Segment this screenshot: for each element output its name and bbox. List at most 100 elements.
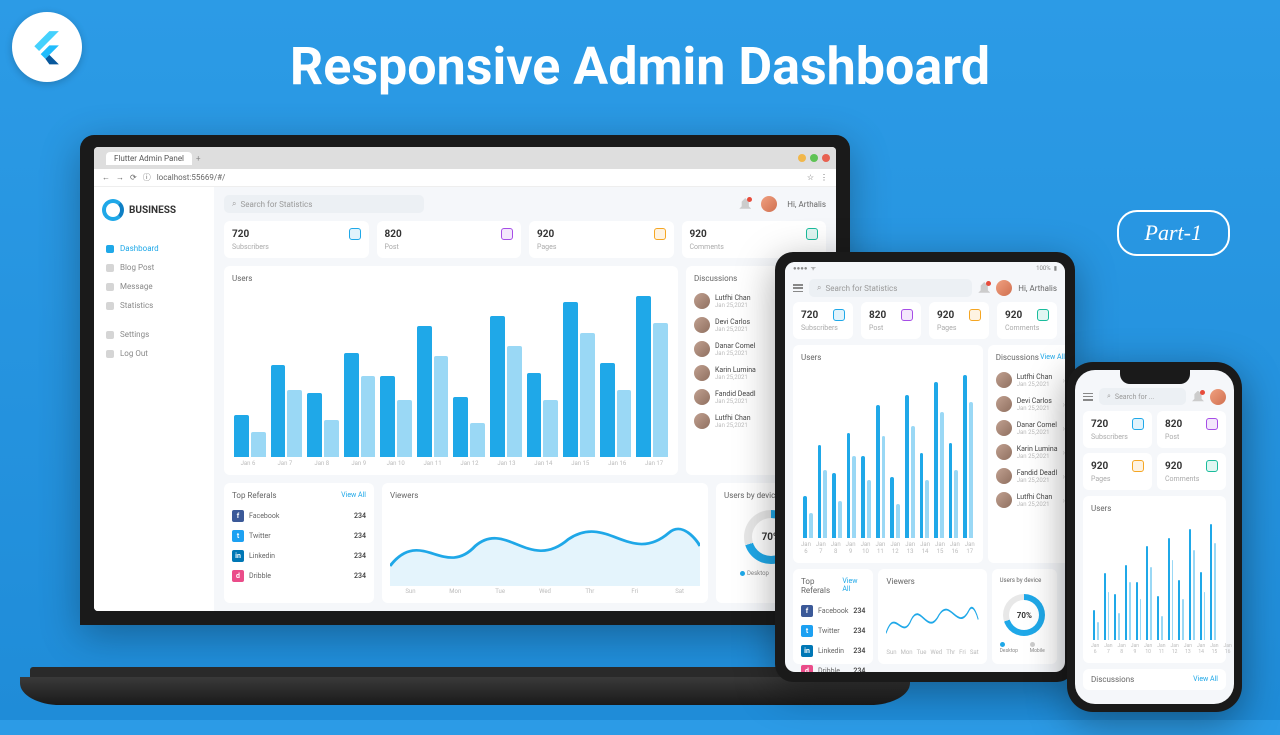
discussion-item[interactable]: Lutfhi ChanJan 25,2021› bbox=[996, 488, 1065, 512]
bar-group[interactable] bbox=[307, 289, 339, 457]
stat-card-post[interactable]: 820Post bbox=[377, 221, 522, 258]
window-min-icon[interactable] bbox=[798, 154, 806, 162]
referral-item-twitter[interactable]: tTwitter234 bbox=[232, 526, 366, 546]
bar-group[interactable] bbox=[963, 368, 973, 538]
avatar[interactable] bbox=[1210, 389, 1226, 405]
stat-card-pages[interactable]: 920Pages bbox=[929, 302, 989, 339]
bar-group[interactable] bbox=[949, 368, 959, 538]
referral-item-linkedin[interactable]: inLinkedin234 bbox=[232, 546, 366, 566]
referral-item-facebook[interactable]: fFacebook234 bbox=[232, 506, 366, 526]
menu-icon[interactable] bbox=[1083, 393, 1093, 401]
bar-group[interactable] bbox=[563, 289, 595, 457]
back-icon[interactable]: ← bbox=[102, 173, 110, 182]
avatar[interactable] bbox=[996, 280, 1012, 296]
bar-group[interactable] bbox=[1210, 519, 1216, 640]
nav-icon bbox=[106, 331, 114, 339]
stat-icon bbox=[349, 228, 361, 240]
bar-group[interactable] bbox=[832, 368, 842, 538]
app-logo[interactable]: BUSINESS bbox=[102, 199, 206, 221]
bar-group[interactable] bbox=[527, 289, 559, 457]
browser-tab[interactable]: Flutter Admin Panel bbox=[106, 152, 192, 165]
discussion-item[interactable]: Danar ComelJan 25,2021› bbox=[996, 416, 1065, 440]
bell-icon[interactable] bbox=[978, 282, 990, 294]
stat-card-subscribers[interactable]: 720Subscribers bbox=[793, 302, 853, 339]
search-input[interactable]: ⌕Search for Statistics bbox=[809, 279, 972, 297]
bar-group[interactable] bbox=[1125, 519, 1131, 640]
bar-group[interactable] bbox=[1146, 519, 1152, 640]
bar-group[interactable] bbox=[344, 289, 376, 457]
referral-item-linkedin[interactable]: inLinkedin234 bbox=[801, 641, 865, 661]
status-bar: ●●●●ᯤ100%▮ bbox=[785, 262, 1065, 274]
reload-icon[interactable]: ⟳ bbox=[130, 173, 137, 182]
bar-group[interactable] bbox=[1178, 519, 1184, 640]
stat-card-post[interactable]: 820Post bbox=[1157, 411, 1226, 448]
stat-card-subscribers[interactable]: 720Subscribers bbox=[224, 221, 369, 258]
sidebar-item-statistics[interactable]: Statistics bbox=[102, 296, 206, 315]
search-input[interactable]: ⌕Search for ... bbox=[1099, 388, 1186, 405]
browser-tab-bar: Flutter Admin Panel + bbox=[94, 147, 836, 169]
bar-group[interactable] bbox=[1189, 519, 1195, 640]
bar-group[interactable] bbox=[803, 368, 813, 538]
stat-card-comments[interactable]: 920Comments bbox=[997, 302, 1057, 339]
stat-card-post[interactable]: 820Post bbox=[861, 302, 921, 339]
bar-group[interactable] bbox=[234, 289, 266, 457]
stat-card-pages[interactable]: 920Pages bbox=[529, 221, 674, 258]
discussion-item[interactable]: Fandid DeadlJan 25,2021› bbox=[996, 464, 1065, 488]
stat-card-comments[interactable]: 920Comments bbox=[1157, 453, 1226, 490]
sidebar-item-settings[interactable]: Settings bbox=[102, 325, 206, 344]
bar-group[interactable] bbox=[934, 368, 944, 538]
phone-notch bbox=[1120, 370, 1190, 384]
bar-group[interactable] bbox=[490, 289, 522, 457]
bar-group[interactable] bbox=[920, 368, 930, 538]
bell-icon[interactable] bbox=[739, 198, 751, 210]
bar-group[interactable] bbox=[380, 289, 412, 457]
window-max-icon[interactable] bbox=[810, 154, 818, 162]
menu-icon[interactable]: ⋮ bbox=[820, 173, 828, 182]
bar-group[interactable] bbox=[890, 368, 900, 538]
menu-icon[interactable] bbox=[793, 284, 803, 292]
bar-group[interactable] bbox=[905, 368, 915, 538]
discussion-item[interactable]: Karin LuminaJan 25,2021› bbox=[996, 440, 1065, 464]
bar-group[interactable] bbox=[847, 368, 857, 538]
stat-icon bbox=[1206, 460, 1218, 472]
bar-group[interactable] bbox=[417, 289, 449, 457]
bar-group[interactable] bbox=[876, 368, 886, 538]
sidebar-item-dashboard[interactable]: Dashboard bbox=[102, 239, 206, 258]
bar-group[interactable] bbox=[818, 368, 828, 538]
star-icon[interactable]: ☆ bbox=[807, 173, 814, 182]
referral-item-twitter[interactable]: tTwitter234 bbox=[801, 621, 865, 641]
new-tab-icon[interactable]: + bbox=[196, 154, 201, 163]
bar-group[interactable] bbox=[600, 289, 632, 457]
users-chart-card: Users Jan 6Jan 7Jan 8Jan 9Jan 10Jan 11Ja… bbox=[224, 266, 678, 475]
address-bar[interactable]: ← → ⟳ ⓘ localhost:55669/#/ ☆ ⋮ bbox=[94, 169, 836, 187]
bar-group[interactable] bbox=[1157, 519, 1163, 640]
referral-item-dribble[interactable]: dDribble234 bbox=[801, 661, 865, 672]
sidebar-item-message[interactable]: Message bbox=[102, 277, 206, 296]
bell-icon[interactable] bbox=[1192, 391, 1204, 403]
discussion-item[interactable]: Lutfhi ChanJan 25,2021› bbox=[996, 368, 1065, 392]
bar-group[interactable] bbox=[1136, 519, 1142, 640]
bar-group[interactable] bbox=[1114, 519, 1120, 640]
discussion-item[interactable]: Devi CarlosJan 25,2021› bbox=[996, 392, 1065, 416]
referral-item-dribble[interactable]: dDribble234 bbox=[232, 566, 366, 586]
bar-group[interactable] bbox=[453, 289, 485, 457]
referral-item-facebook[interactable]: fFacebook234 bbox=[801, 601, 865, 621]
bar-group[interactable] bbox=[271, 289, 303, 457]
sidebar-item-log-out[interactable]: Log Out bbox=[102, 344, 206, 363]
bar-group[interactable] bbox=[861, 368, 871, 538]
bar-group[interactable] bbox=[1200, 519, 1206, 640]
sidebar-item-blog-post[interactable]: Blog Post bbox=[102, 258, 206, 277]
stat-card-pages[interactable]: 920Pages bbox=[1083, 453, 1152, 490]
bar-group[interactable] bbox=[636, 289, 668, 457]
bar-group[interactable] bbox=[1168, 519, 1174, 640]
search-input[interactable]: ⌕Search for Statistics bbox=[224, 195, 424, 213]
chevron-right-icon: › bbox=[1063, 472, 1065, 481]
stat-card-subscribers[interactable]: 720Subscribers bbox=[1083, 411, 1152, 448]
avatar[interactable] bbox=[761, 196, 777, 212]
window-close-icon[interactable] bbox=[822, 154, 830, 162]
bar-group[interactable] bbox=[1093, 519, 1099, 640]
view-all-link[interactable]: View All bbox=[341, 491, 366, 500]
bar-group[interactable] bbox=[1104, 519, 1110, 640]
part-badge: Part-1 bbox=[1117, 210, 1230, 256]
forward-icon[interactable]: → bbox=[116, 173, 124, 182]
